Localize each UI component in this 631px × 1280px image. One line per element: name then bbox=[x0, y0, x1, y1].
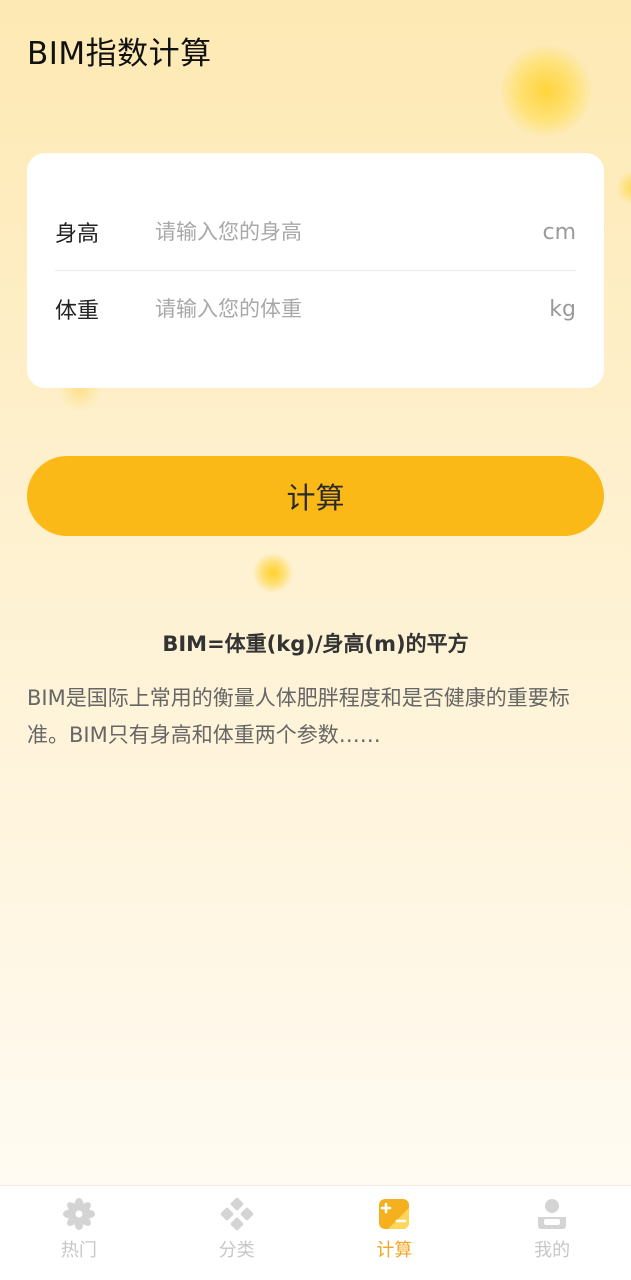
decor-bubble bbox=[500, 45, 592, 137]
divider bbox=[55, 270, 576, 271]
weight-label: 体重 bbox=[55, 299, 100, 324]
height-row: 身高 cm bbox=[55, 202, 576, 262]
page-title: BIM指数计算 bbox=[27, 36, 212, 72]
decor-bubble bbox=[616, 170, 631, 206]
weight-row: 体重 kg bbox=[55, 279, 576, 339]
height-label: 身高 bbox=[55, 222, 100, 247]
bottom-tabbar: 热门 分类 计算 我的 bbox=[0, 1185, 631, 1280]
tab-calc[interactable]: 计算 bbox=[316, 1186, 474, 1280]
tab-category[interactable]: 分类 bbox=[158, 1186, 316, 1280]
height-input[interactable] bbox=[155, 220, 543, 244]
input-card: 身高 cm 体重 kg bbox=[27, 153, 604, 388]
tab-label: 计算 bbox=[376, 1240, 413, 1261]
user-icon bbox=[538, 1199, 567, 1229]
calculate-button[interactable]: 计算 bbox=[27, 456, 604, 536]
decor-bubble bbox=[253, 553, 293, 593]
tab-label: 分类 bbox=[218, 1240, 255, 1261]
height-unit: cm bbox=[542, 219, 576, 245]
diamond-grid-icon bbox=[220, 1197, 253, 1231]
tab-label: 我的 bbox=[534, 1240, 571, 1261]
weight-input[interactable] bbox=[155, 297, 550, 321]
tab-hot[interactable]: 热门 bbox=[0, 1186, 158, 1280]
calculator-icon bbox=[379, 1199, 410, 1229]
bim-formula: BIM=体重(kg)/身高(m)的平方 bbox=[162, 632, 469, 656]
bim-description: BIM是国际上常用的衡量人体肥胖程度和是否健康的重要标准。BIM只有身高和体重两… bbox=[27, 686, 570, 747]
flower-icon bbox=[62, 1198, 95, 1230]
tab-label: 热门 bbox=[60, 1240, 97, 1261]
tab-mine[interactable]: 我的 bbox=[473, 1186, 631, 1280]
weight-unit: kg bbox=[549, 296, 576, 322]
